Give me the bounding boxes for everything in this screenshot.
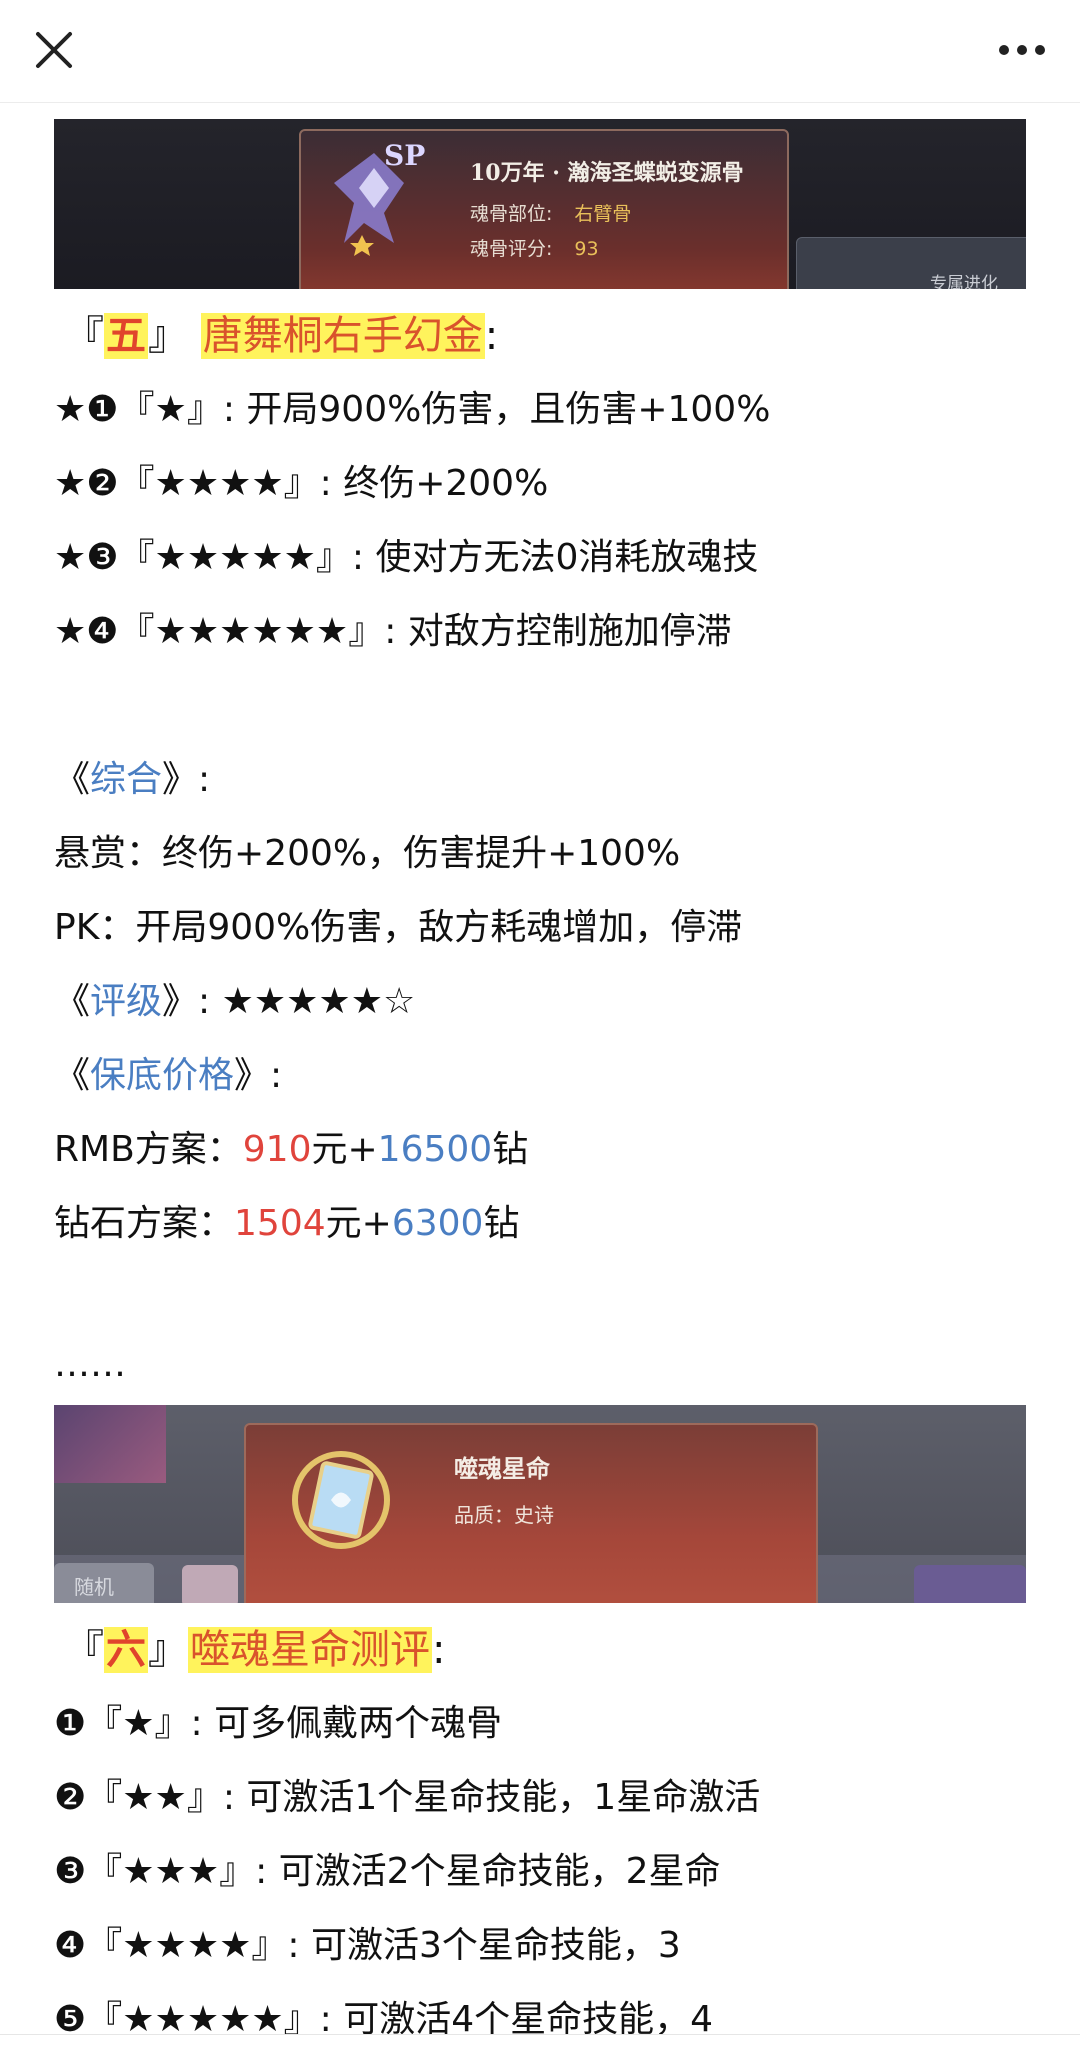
bounty-line: 悬赏：终伤+200%，伤害提升+100% <box>54 833 681 874</box>
bracket-close: 』 <box>148 313 188 359</box>
colon: : <box>484 313 499 359</box>
list-item: ★❷『★★★★』: 终伤+200% <box>54 463 549 504</box>
star-fate-relic-icon <box>292 1451 390 1549</box>
dia-yuan: 1504 <box>234 1203 326 1244</box>
price-title: 保底价格 <box>90 1055 235 1096</box>
rmb-yuan: 910 <box>242 1129 312 1170</box>
part-value: 右臂骨 <box>574 203 632 225</box>
tile-left <box>54 1405 166 1483</box>
list-item: ❹『★★★★』: 可激活3个星命技能，3 <box>54 1925 681 1966</box>
price-heading: 《保底价格》: <box>54 1039 1026 1113</box>
rmb-label: RMB方案： <box>54 1129 243 1170</box>
list-item: ❷『★★』: 可激活1个星命技能，1星命激活 <box>54 1777 761 1818</box>
rmb-diamond: 16500 <box>377 1129 493 1170</box>
bracket-close: 』 <box>148 1627 188 1673</box>
section-title: 唐舞桐右手幻金 <box>200 313 485 359</box>
bracket-open: 『 <box>64 313 104 359</box>
soul-bone-banner: SP 10万年 · 瀚海圣蝶蜕变源骨 魂骨部位: 右臂骨 魂骨评分: 93 专属进化 <box>54 119 1026 289</box>
pk-line: PK：开局900%伤害，敌方耗魂增加，停滞 <box>54 907 743 948</box>
bracket-close: 》: <box>162 759 211 800</box>
list-item: ❸『★★★』: 可激活2个星命技能，2星命 <box>54 1851 721 1892</box>
more-icon[interactable] <box>994 26 1050 74</box>
section6-heading: 『六』噬魂星命测评: <box>64 1623 1026 1677</box>
part-label: 魂骨部位: <box>470 203 553 225</box>
soul-bone-part: 魂骨部位: 右臂骨 <box>470 199 631 226</box>
rmb-plan: RMB方案：910元+16500钻 <box>54 1113 1026 1187</box>
list-item: ★❶『★』: 开局900%伤害，且伤害+100% <box>54 389 771 430</box>
random-label: 随机 <box>74 1575 114 1599</box>
rmb-mid: 元+ <box>311 1129 378 1170</box>
score-label: 魂骨评分: <box>470 238 553 260</box>
exclusive-evolution-label: 专属进化 <box>930 274 998 289</box>
rating-line: 《评级》: ★★★★★☆ <box>54 965 1026 1039</box>
summary-heading: 《综合》: <box>54 743 1026 817</box>
dia-mid: 元+ <box>325 1203 392 1244</box>
bracket-close: 》: <box>162 981 222 1022</box>
bracket-open: 《 <box>54 759 91 800</box>
star-fate-title: 噬魂星命 <box>454 1454 550 1483</box>
section-number: 六 <box>104 1627 148 1673</box>
article-body: SP 10万年 · 瀚海圣蝶蜕变源骨 魂骨部位: 右臂骨 魂骨评分: 93 专属进化… <box>54 119 1026 2057</box>
colon: : <box>432 1627 446 1673</box>
list-item: ★❸『★★★★★』: 使对方无法0消耗放魂技 <box>54 537 759 578</box>
dia-diamond: 6300 <box>391 1203 484 1244</box>
avatar <box>182 1565 238 1603</box>
random-button: 随机 <box>54 1563 154 1603</box>
bracket-open: 《 <box>54 1055 91 1096</box>
list-item: ★❹『★★★★★★』: 对敌方控制施加停滞 <box>54 611 732 652</box>
close-icon[interactable] <box>30 26 78 74</box>
summary-title: 综合 <box>90 759 163 800</box>
rating-title: 评级 <box>90 981 163 1022</box>
star-fate-banner: 噬魂星命 品质：史诗 随机 <box>54 1405 1026 1603</box>
dia-label: 钻石方案： <box>54 1203 235 1244</box>
score-value: 93 <box>574 238 599 260</box>
section-number: 五 <box>104 313 148 359</box>
section-title: 噬魂星命测评 <box>188 1627 432 1673</box>
top-toolbar <box>0 0 1080 103</box>
ellipsis: …… <box>54 1344 126 1385</box>
section5-heading: 『五』 唐舞桐右手幻金: <box>64 309 1026 363</box>
list-item: ❶『★』: 可多佩戴两个魂骨 <box>54 1703 503 1744</box>
soul-bone-title: 10万年 · 瀚海圣蝶蜕变源骨 <box>470 160 744 186</box>
rmb-end: 钻 <box>492 1129 529 1170</box>
dia-end: 钻 <box>483 1203 520 1244</box>
bracket-open: 《 <box>54 981 91 1022</box>
bracket-open: 『 <box>64 1627 104 1673</box>
star-fate-quality: 品质：史诗 <box>454 1503 554 1527</box>
sp-badge: SP <box>384 139 426 172</box>
bracket-close: 》: <box>234 1055 283 1096</box>
rating-stars: ★★★★★☆ <box>221 981 416 1022</box>
bottom-bar <box>0 2034 1080 2070</box>
tile-right <box>914 1565 1026 1603</box>
soul-bone-score: 魂骨评分: 93 <box>470 234 599 261</box>
diamond-plan: 钻石方案：1504元+6300钻 <box>54 1187 1026 1261</box>
